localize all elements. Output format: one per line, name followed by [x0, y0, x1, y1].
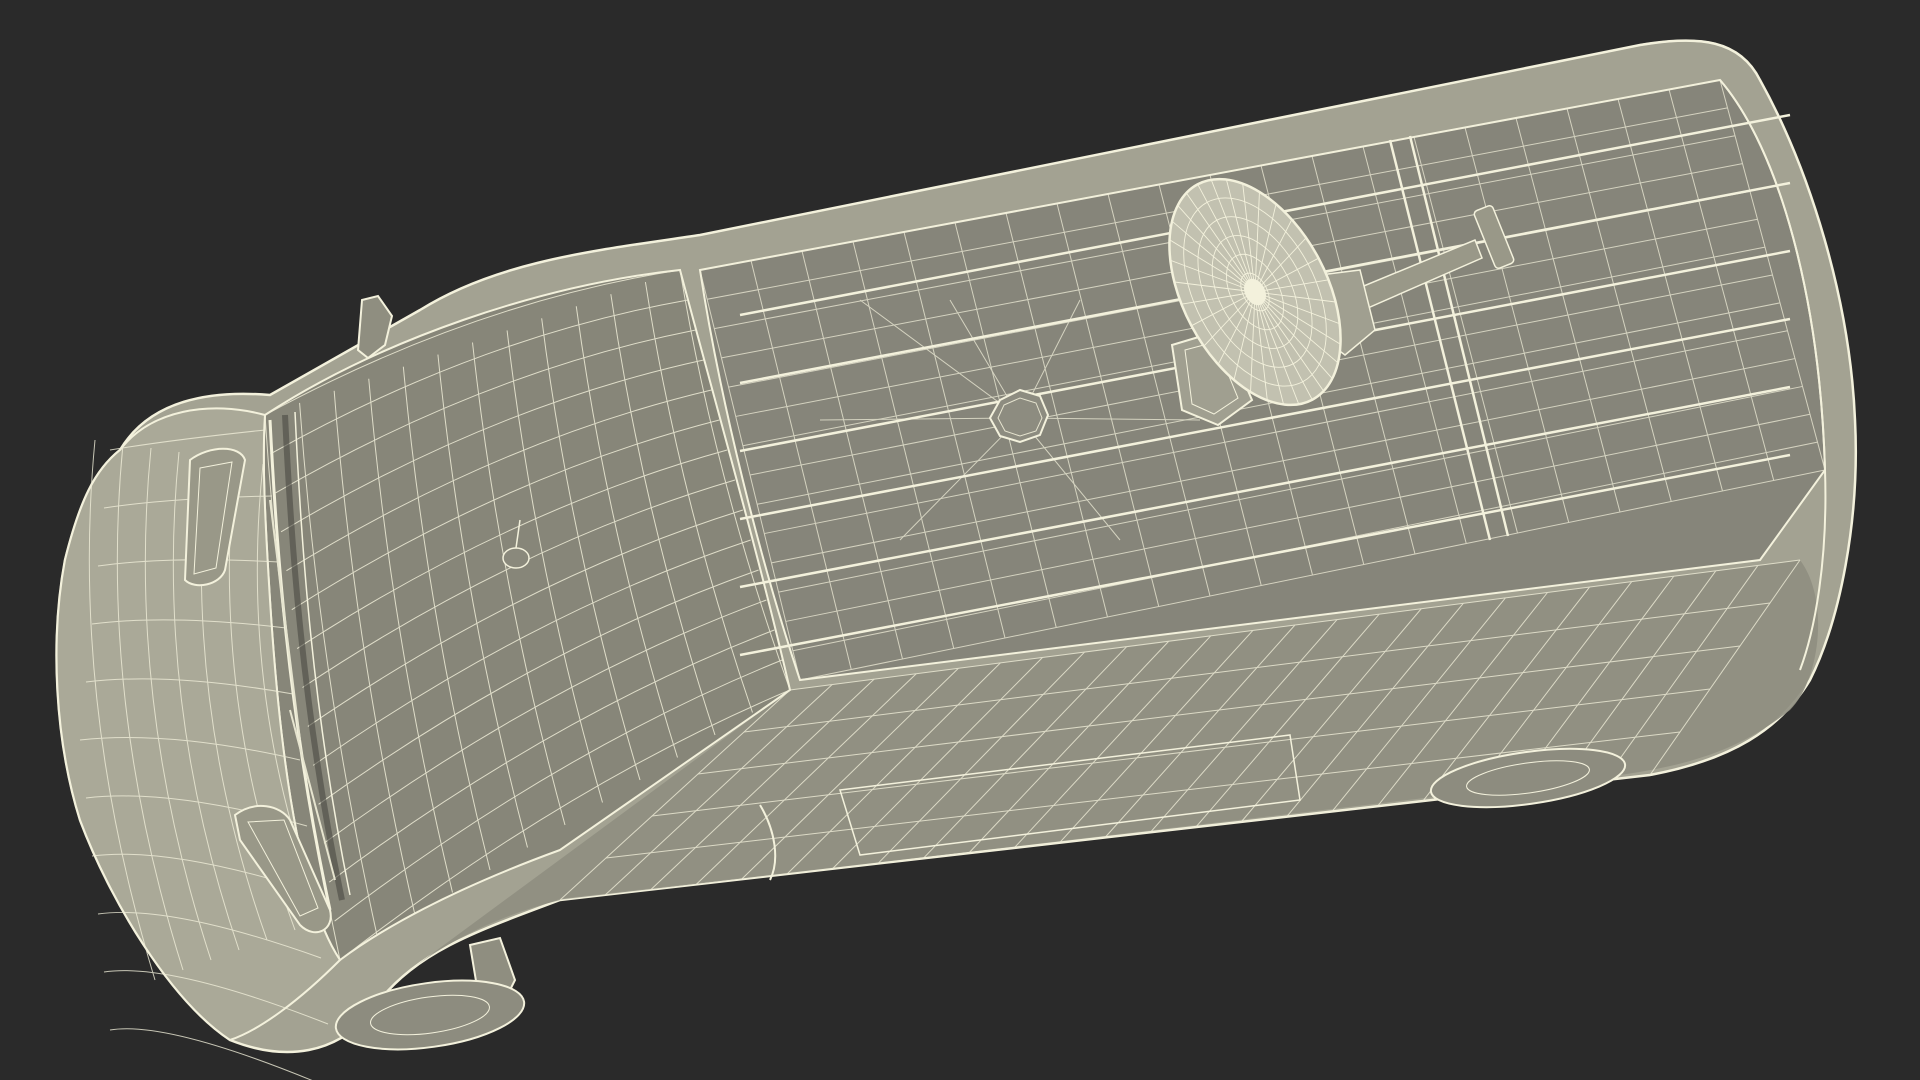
render-viewport [0, 0, 1920, 1080]
van-wireframe-render [55, 39, 1858, 1080]
